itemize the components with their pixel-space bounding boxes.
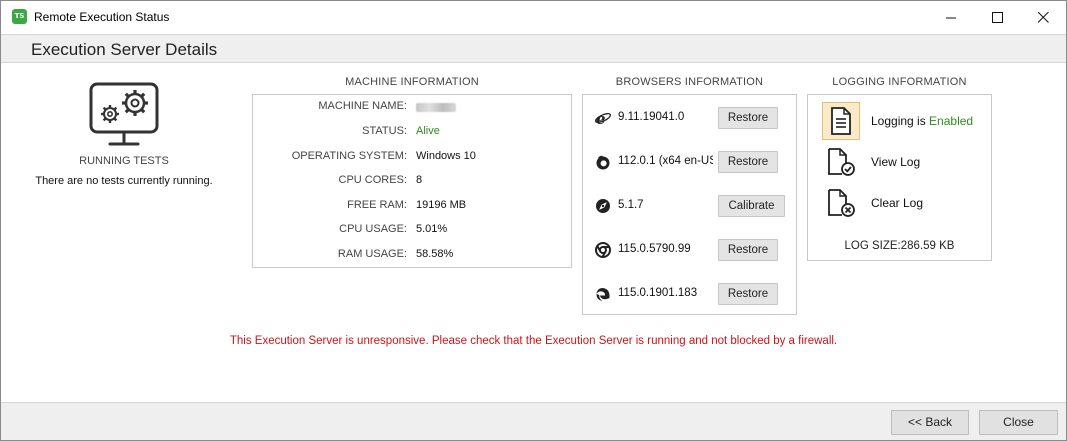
redacted-machine-name	[416, 103, 456, 112]
browsers-info-panel: e 9.11.19041.0 Restore 112.0.1 (x64 en-U…	[582, 94, 797, 315]
running-tests-label: RUNNING TESTS	[79, 155, 169, 167]
browser-version-safari: 5.1.7	[618, 199, 644, 211]
logging-info-title: LOGGING INFORMATION	[832, 76, 967, 88]
ram-usage-row: RAM USAGE: 58.58%	[253, 248, 571, 264]
app-icon: TS	[12, 9, 27, 24]
ram-usage-value: 58.58%	[416, 248, 454, 260]
clear-log-icon-wrap	[822, 184, 860, 222]
browsers-info-title: BROWSERS INFORMATION	[615, 76, 764, 88]
footer-bar: << Back Close	[1, 402, 1066, 440]
logging-info-panel: Logging is Enabled View Log Clear Log LO…	[807, 94, 992, 261]
log-size-text: LOG SIZE:286.59 KB	[844, 240, 955, 252]
cpu-cores-value: 8	[416, 174, 423, 186]
status-label: STATUS:	[362, 125, 407, 137]
clear-log-button[interactable]: Clear Log	[822, 184, 992, 220]
browser-row-chrome: 115.0.5790.99 Restore	[583, 235, 797, 265]
chrome-icon	[595, 242, 611, 258]
error-message: This Execution Server is unresponsive. P…	[229, 335, 838, 347]
restore-firefox-button[interactable]: Restore	[718, 151, 778, 173]
firefox-icon	[596, 155, 610, 170]
browser-row-safari: 5.1.7 Calibrate	[583, 191, 797, 221]
machine-name-label: MACHINE NAME:	[318, 100, 407, 112]
free-ram-value: 19196 MB	[416, 199, 467, 211]
close-button[interactable]: Close	[979, 410, 1058, 435]
monitor-gears-icon	[89, 82, 159, 146]
browser-row-firefox: 112.0.1 (x64 en-US) Restore	[583, 147, 797, 177]
os-value: Windows 10	[416, 150, 476, 162]
browser-version-chrome: 115.0.5790.99	[618, 243, 691, 255]
restore-edge-button[interactable]: Restore	[718, 283, 778, 305]
browser-row-ie: e 9.11.19041.0 Restore	[583, 103, 797, 133]
os-label: OPERATING SYSTEM:	[291, 150, 407, 162]
clear-log-label: Clear Log	[871, 196, 924, 210]
status-value: Alive	[416, 125, 440, 137]
close-icon	[1037, 11, 1049, 23]
browser-version-ie: 9.11.19041.0	[618, 111, 685, 123]
edge-icon	[596, 288, 610, 301]
safari-icon	[596, 199, 610, 213]
running-tests-section: RUNNING TESTS There are no tests current…	[19, 81, 229, 187]
minimize-button[interactable]	[928, 1, 974, 33]
os-row: OPERATING SYSTEM: Windows 10	[253, 150, 571, 166]
browser-version-edge: 115.0.1901.183	[618, 287, 698, 299]
maximize-icon	[991, 11, 1003, 23]
machine-info-title: MACHINE INFORMATION	[345, 76, 479, 88]
back-button[interactable]: << Back	[891, 410, 969, 435]
window-title: Remote Execution Status	[34, 10, 170, 24]
page-title: Execution Server Details	[31, 40, 218, 59]
details-header: Execution Server Details	[1, 34, 1066, 63]
running-tests-message: There are no tests currently running.	[35, 175, 213, 187]
cpu-usage-label: CPU USAGE:	[339, 223, 407, 235]
status-row: STATUS: Alive	[253, 125, 571, 141]
document-check-icon	[828, 148, 855, 176]
logging-status-button[interactable]	[822, 102, 860, 140]
cpu-cores-label: CPU CORES:	[338, 174, 407, 186]
minimize-icon	[945, 17, 956, 18]
calibrate-safari-button[interactable]: Calibrate	[718, 195, 785, 217]
restore-chrome-button[interactable]: Restore	[718, 239, 778, 261]
cpu-cores-row: CPU CORES: 8	[253, 174, 571, 190]
view-log-icon-wrap	[822, 143, 860, 181]
view-log-label: View Log	[871, 155, 921, 169]
browser-row-edge: 115.0.1901.183 Restore	[583, 279, 797, 309]
internet-explorer-icon: e	[595, 110, 611, 126]
ram-usage-label: RAM USAGE:	[337, 248, 407, 260]
logging-toggle[interactable]: Logging is Enabled	[822, 102, 992, 140]
close-window-button[interactable]	[1020, 1, 1066, 33]
cpu-usage-value: 5.01%	[416, 223, 448, 235]
logging-status-text: Logging is Enabled	[871, 114, 973, 128]
title-bar[interactable]: TS Remote Execution Status	[1, 1, 1066, 33]
free-ram-row: FREE RAM: 19196 MB	[253, 199, 571, 215]
machine-name-row: MACHINE NAME:	[253, 100, 571, 116]
browser-version-firefox: 112.0.1 (x64 en-US)	[618, 155, 713, 167]
document-x-icon	[828, 189, 855, 217]
maximize-button[interactable]	[974, 1, 1020, 33]
free-ram-label: FREE RAM:	[347, 199, 407, 211]
logging-status-prefix: Logging is	[871, 114, 930, 128]
machine-info-panel: MACHINE NAME: STATUS: Alive OPERATING SY…	[252, 94, 572, 268]
restore-ie-button[interactable]: Restore	[718, 107, 778, 129]
view-log-button[interactable]: View Log	[822, 143, 992, 179]
remote-execution-status-window: TS Remote Execution Status Execution Ser…	[0, 0, 1067, 441]
logging-status-value: Enabled	[929, 114, 974, 128]
machine-name-value	[416, 100, 456, 115]
cpu-usage-row: CPU USAGE: 5.01%	[253, 223, 571, 239]
document-lines-icon	[831, 107, 851, 135]
